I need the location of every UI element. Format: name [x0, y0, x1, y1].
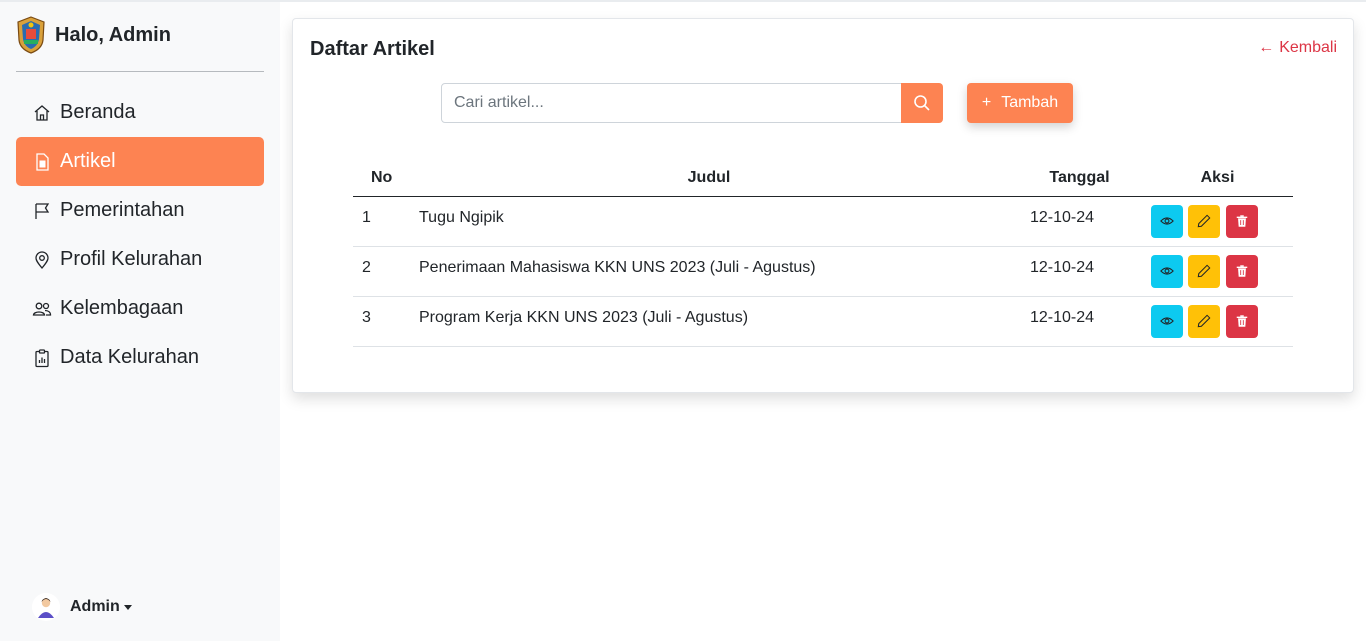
column-header-no: No [353, 160, 411, 197]
file-icon [32, 152, 52, 172]
page-title: Daftar Artikel [310, 38, 435, 60]
brand[interactable]: Halo, Admin [16, 16, 171, 54]
caret-down-icon [123, 604, 132, 610]
sidebar-item-label: Kelembagaan [60, 297, 184, 319]
view-button[interactable] [1151, 204, 1183, 238]
row-number: 1 [353, 196, 411, 247]
add-label: Tambah [1001, 94, 1059, 111]
sidebar-item-beranda[interactable]: Beranda [16, 88, 264, 137]
pencil-icon [1198, 214, 1211, 228]
location-pin-icon [32, 250, 52, 270]
table-header: No Judul Tanggal Aksi [353, 160, 1293, 197]
sidebar-item-label: Beranda [60, 101, 136, 123]
table-row: 1 Tugu Ngipik 12-10-24 [353, 196, 1293, 247]
row-actions [1142, 296, 1293, 347]
pencil-icon [1198, 264, 1211, 278]
back-link[interactable]: ← Kembali [1258, 39, 1337, 57]
row-date: 12-10-24 [1007, 246, 1142, 297]
articles-table: No Judul Tanggal Aksi 1 Tugu Ngipik 12-1… [353, 160, 1293, 347]
view-button[interactable] [1151, 254, 1183, 288]
logo [17, 16, 45, 54]
sidebar-item-label: Data Kelurahan [60, 346, 199, 368]
row-actions [1142, 196, 1293, 247]
column-header-tanggal: Tanggal [1007, 160, 1142, 197]
sidebar-item-data-kelurahan[interactable]: Data Kelurahan [16, 333, 264, 382]
eye-icon [1160, 267, 1174, 275]
house-icon [32, 103, 52, 123]
user-menu[interactable]: Admin [32, 593, 132, 621]
table-row: 3 Program Kerja KKN UNS 2023 (Juli - Agu… [353, 296, 1293, 347]
sidebar-item-artikel[interactable]: Artikel [16, 137, 264, 186]
clipboard-data-icon [32, 348, 52, 368]
eye-icon [1160, 217, 1174, 225]
column-header-judul: Judul [411, 160, 1007, 197]
row-date: 12-10-24 [1007, 296, 1142, 347]
sidebar-nav: Beranda Artikel Pemerintahan Profil Kelu… [16, 88, 264, 382]
sidebar: Halo, Admin Beranda Artikel Pemerintahan [0, 2, 280, 641]
sidebar-item-kelembagaan[interactable]: Kelembagaan [16, 284, 264, 333]
edit-button[interactable] [1188, 254, 1221, 288]
sidebar-item-profil-kelurahan[interactable]: Profil Kelurahan [16, 235, 264, 284]
view-button[interactable] [1151, 304, 1183, 338]
sidebar-item-pemerintahan[interactable]: Pemerintahan [16, 186, 264, 235]
row-title: Program Kerja KKN UNS 2023 (Juli - Agust… [411, 296, 1007, 347]
trash-icon [1236, 265, 1248, 277]
search-icon [914, 95, 930, 111]
divider [16, 71, 264, 72]
row-number: 3 [353, 296, 411, 347]
add-button[interactable]: + Tambah [967, 83, 1073, 123]
sidebar-item-label: Pemerintahan [60, 199, 185, 221]
row-title: Tugu Ngipik [411, 196, 1007, 247]
delete-button[interactable] [1225, 204, 1258, 238]
greeting: Halo, Admin [55, 23, 171, 46]
sidebar-item-label: Artikel [60, 150, 116, 172]
delete-button[interactable] [1225, 254, 1258, 288]
row-number: 2 [353, 246, 411, 297]
column-header-aksi: Aksi [1142, 160, 1293, 197]
edit-button[interactable] [1188, 304, 1221, 338]
table-row: 2 Penerimaan Mahasiswa KKN UNS 2023 (Jul… [353, 246, 1293, 297]
article-card: Daftar Artikel ← Kembali + Tambah No Jud… [292, 18, 1354, 393]
user-name: Admin [70, 598, 120, 615]
plus-icon: + [981, 94, 992, 111]
edit-button[interactable] [1188, 204, 1221, 238]
avatar [32, 593, 60, 621]
row-actions [1142, 246, 1293, 297]
search-button[interactable] [901, 83, 943, 123]
delete-button[interactable] [1225, 304, 1258, 338]
flag-icon [32, 201, 52, 221]
people-icon [32, 299, 52, 319]
row-date: 12-10-24 [1007, 196, 1142, 247]
sidebar-item-label: Profil Kelurahan [60, 248, 203, 270]
eye-icon [1160, 317, 1174, 325]
arrow-left-icon: ← [1258, 39, 1275, 56]
pencil-icon [1198, 314, 1211, 328]
back-label: Kembali [1279, 39, 1337, 56]
search-input[interactable] [441, 83, 902, 123]
trash-icon [1236, 215, 1248, 227]
trash-icon [1236, 315, 1248, 327]
row-title: Penerimaan Mahasiswa KKN UNS 2023 (Juli … [411, 246, 1007, 297]
